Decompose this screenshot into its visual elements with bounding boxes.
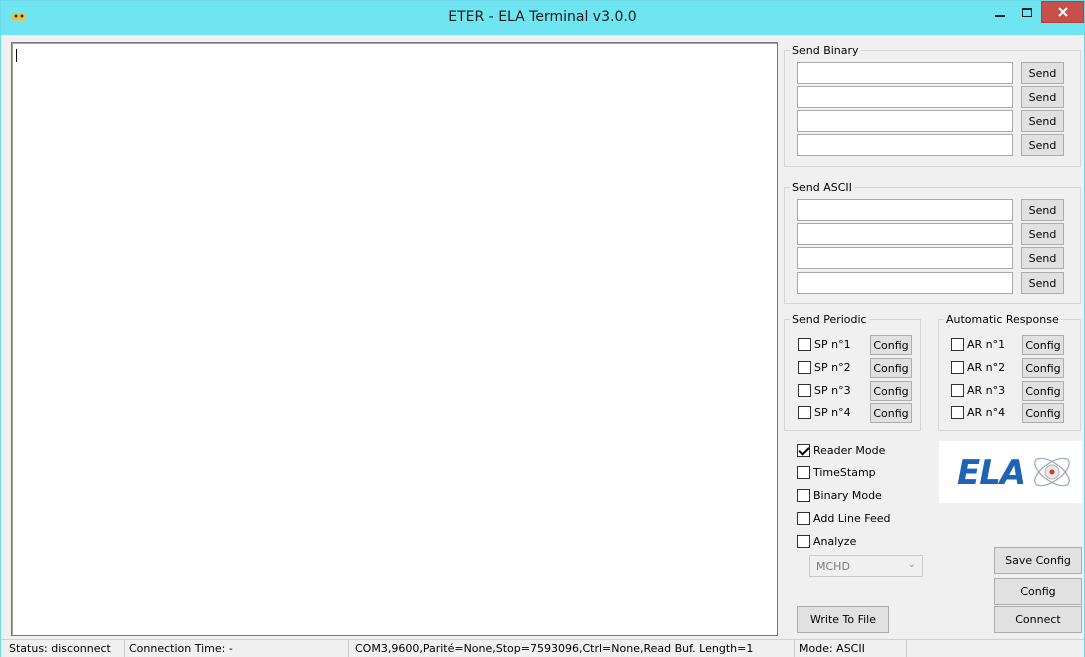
- ar-2-config-button[interactable]: Config: [1022, 358, 1064, 378]
- sp-1-config-button[interactable]: Config: [870, 335, 912, 355]
- sp-2-config-button[interactable]: Config: [870, 358, 912, 378]
- sp-3-checkbox[interactable]: SP n°3: [798, 381, 851, 399]
- port-settings: COM3,9600,Parité=None,Stop=7593096,Ctrl=…: [351, 640, 795, 657]
- close-button[interactable]: [1041, 1, 1084, 23]
- connection-time: Connection Time: -: [125, 640, 349, 657]
- checkbox-box[interactable]: [797, 488, 810, 502]
- ar-3-config-button[interactable]: Config: [1022, 381, 1064, 401]
- ar-1-config-button[interactable]: Config: [1022, 335, 1064, 355]
- checkbox-box[interactable]: [798, 405, 811, 419]
- checkbox-box[interactable]: [797, 511, 810, 525]
- ela-logo: ELA: [939, 441, 1082, 503]
- send-binary-button-4[interactable]: Send: [1021, 134, 1064, 156]
- sp-2-checkbox[interactable]: SP n°2: [798, 358, 851, 376]
- binary-mode-label: Binary Mode: [813, 488, 882, 502]
- mode-indicator: Mode: ASCII: [795, 640, 907, 657]
- maximize-button[interactable]: [1014, 1, 1040, 23]
- send-binary-button-1[interactable]: Send: [1021, 62, 1064, 84]
- timestamp-checkbox[interactable]: TimeStamp: [797, 463, 876, 481]
- window-title: ETER - ELA Terminal v3.0.0: [448, 9, 637, 25]
- add-line-feed-label: Add Line Feed: [813, 511, 891, 525]
- send-ascii-label: Send ASCII: [790, 181, 854, 194]
- ar-1-checkbox[interactable]: AR n°1: [951, 335, 1005, 353]
- chevron-down-icon: ⌄: [907, 559, 916, 570]
- write-to-file-button[interactable]: Write To File: [797, 606, 889, 633]
- analyze-mode-value: MCHD: [816, 560, 850, 573]
- analyze-mode-select: MCHD ⌄: [809, 555, 923, 577]
- minimize-icon: [995, 15, 1005, 17]
- title-bar[interactable]: ETER - ELA Terminal v3.0.0: [1, 1, 1084, 35]
- send-binary-button-3[interactable]: Send: [1021, 110, 1064, 132]
- analyze-checkbox[interactable]: Analyze: [797, 532, 856, 550]
- text-caret: [16, 49, 17, 62]
- sp-4-label: SP n°4: [814, 405, 851, 419]
- checkbox-box[interactable]: [798, 360, 811, 374]
- send-binary-input-4[interactable]: [797, 134, 1013, 156]
- reader-mode-checkbox[interactable]: Reader Mode: [797, 441, 885, 459]
- checkbox-box[interactable]: [797, 465, 810, 479]
- checkbox-box[interactable]: [798, 383, 811, 397]
- analyze-label: Analyze: [813, 534, 857, 548]
- binary-mode-checkbox[interactable]: Binary Mode: [797, 486, 882, 504]
- sp-4-checkbox[interactable]: SP n°4: [798, 403, 851, 421]
- app-window: ETER - ELA Terminal v3.0.0 Send Binary S…: [0, 0, 1085, 657]
- config-button[interactable]: Config: [994, 578, 1082, 605]
- checkbox-box[interactable]: [951, 405, 964, 419]
- send-ascii-button-3[interactable]: Send: [1021, 247, 1064, 269]
- automatic-response-label: Automatic Response: [944, 313, 1061, 326]
- orbit-icon: [1034, 457, 1070, 487]
- checkbox-box[interactable]: [951, 337, 964, 351]
- ar-2-label: AR n°2: [967, 360, 1006, 374]
- add-line-feed-checkbox[interactable]: Add Line Feed: [797, 509, 890, 527]
- send-ascii-button-2[interactable]: Send: [1021, 223, 1064, 245]
- send-binary-label: Send Binary: [790, 44, 861, 57]
- sp-4-config-button[interactable]: Config: [870, 403, 912, 423]
- send-ascii-input-2[interactable]: [797, 223, 1013, 245]
- send-periodic-label: Send Periodic: [790, 313, 869, 326]
- ar-4-config-button[interactable]: Config: [1022, 403, 1064, 423]
- sp-1-label: SP n°1: [814, 337, 851, 351]
- terminal-output[interactable]: [11, 42, 778, 636]
- save-config-button[interactable]: Save Config: [994, 547, 1082, 574]
- send-binary-button-2[interactable]: Send: [1021, 86, 1064, 108]
- send-ascii-input-4[interactable]: [797, 272, 1013, 294]
- checkbox-box[interactable]: [951, 383, 964, 397]
- send-ascii-input-3[interactable]: [797, 247, 1013, 269]
- sp-3-config-button[interactable]: Config: [870, 381, 912, 401]
- status-bar: Status: disconnect Connection Time: - CO…: [1, 639, 1084, 657]
- send-binary-input-2[interactable]: [797, 86, 1013, 108]
- ar-4-checkbox[interactable]: AR n°4: [951, 403, 1005, 421]
- send-ascii-button-1[interactable]: Send: [1021, 199, 1064, 221]
- checkbox-box[interactable]: [797, 534, 810, 548]
- maximize-icon: [1022, 7, 1032, 17]
- sp-3-label: SP n°3: [814, 383, 851, 397]
- connect-button[interactable]: Connect: [994, 606, 1082, 633]
- send-binary-input-1[interactable]: [797, 62, 1013, 84]
- status-text: Status: disconnect: [5, 640, 125, 657]
- logo-text: ELA: [957, 453, 1026, 493]
- checkbox-box[interactable]: [798, 337, 811, 351]
- checkbox-box[interactable]: [797, 443, 810, 457]
- ar-3-label: AR n°3: [967, 383, 1006, 397]
- send-binary-input-3[interactable]: [797, 110, 1013, 132]
- timestamp-label: TimeStamp: [813, 465, 876, 479]
- sp-1-checkbox[interactable]: SP n°1: [798, 335, 851, 353]
- ar-1-label: AR n°1: [967, 337, 1006, 351]
- ar-3-checkbox[interactable]: AR n°3: [951, 381, 1005, 399]
- close-icon: [1057, 7, 1068, 17]
- minimize-button[interactable]: [987, 1, 1013, 23]
- reader-mode-label: Reader Mode: [813, 443, 886, 457]
- checkbox-box[interactable]: [951, 360, 964, 374]
- ar-2-checkbox[interactable]: AR n°2: [951, 358, 1005, 376]
- send-ascii-input-1[interactable]: [797, 199, 1013, 221]
- send-ascii-button-4[interactable]: Send: [1021, 272, 1064, 294]
- ar-4-label: AR n°4: [967, 405, 1006, 419]
- sp-2-label: SP n°2: [814, 360, 851, 374]
